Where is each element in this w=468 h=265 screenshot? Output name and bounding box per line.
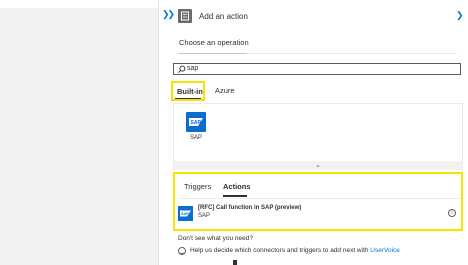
search-value: sap bbox=[187, 65, 199, 72]
smile-icon bbox=[178, 247, 186, 255]
scroll-indicator bbox=[233, 260, 237, 265]
action-step-icon bbox=[178, 9, 192, 23]
connector-list: SAP SAP bbox=[173, 104, 463, 161]
tab-built-in[interactable]: Built-in bbox=[171, 81, 205, 101]
sap-logo-icon: SAP bbox=[189, 118, 203, 126]
sap-result-icon: SAP bbox=[178, 206, 193, 221]
uservoice-link[interactable]: UserVoice bbox=[370, 247, 400, 254]
chevron-down-icon[interactable]: ❯ bbox=[456, 10, 464, 21]
svg-text:SAP: SAP bbox=[181, 212, 189, 216]
sap-connector-label: SAP bbox=[190, 135, 203, 141]
operations-results: Triggers Actions SAP [RFC] Call function… bbox=[173, 172, 463, 231]
collapse-connectors-bar[interactable]: ⌄ bbox=[173, 161, 463, 170]
results-divider bbox=[178, 198, 460, 199]
result-subtitle: SAP bbox=[198, 213, 211, 219]
tab-selected-underline bbox=[223, 195, 247, 197]
panel-title: Add an action bbox=[199, 12, 248, 21]
canvas-top-strip bbox=[0, 0, 158, 8]
chevron-down-icon: ⌄ bbox=[315, 162, 321, 169]
feedback-text: Help us decide which connectors and trig… bbox=[190, 247, 400, 254]
info-icon[interactable]: i bbox=[448, 209, 456, 217]
add-action-panel: ❯❯ Add an action ❯ Choose an operation s… bbox=[159, 0, 468, 265]
result-title[interactable]: [RFC] Call function in SAP (preview) bbox=[198, 205, 301, 211]
sap-connector[interactable]: SAP bbox=[186, 112, 206, 132]
svg-text:SAP: SAP bbox=[191, 120, 202, 126]
tab-actions[interactable]: Actions bbox=[223, 182, 251, 191]
tab-azure[interactable]: Azure bbox=[215, 86, 235, 95]
feedback-help-text: Help us decide which connectors and trig… bbox=[190, 247, 371, 254]
tab-built-in-label: Built-in bbox=[177, 87, 203, 96]
tab-selected-underline bbox=[175, 98, 201, 99]
tab-triggers[interactable]: Triggers bbox=[184, 182, 211, 191]
double-chevron-right-icon[interactable]: ❯❯ bbox=[162, 9, 175, 20]
subtitle-divider bbox=[247, 53, 457, 54]
footer-question: Don't see what you need? bbox=[178, 235, 253, 242]
designer-canvas bbox=[0, 0, 158, 265]
choose-operation-heading: Choose an operation bbox=[179, 38, 249, 47]
subtitle-underline bbox=[178, 53, 247, 54]
search-input[interactable]: sap bbox=[173, 63, 461, 75]
sap-logo-icon: SAP bbox=[180, 210, 191, 217]
search-icon bbox=[178, 65, 186, 73]
